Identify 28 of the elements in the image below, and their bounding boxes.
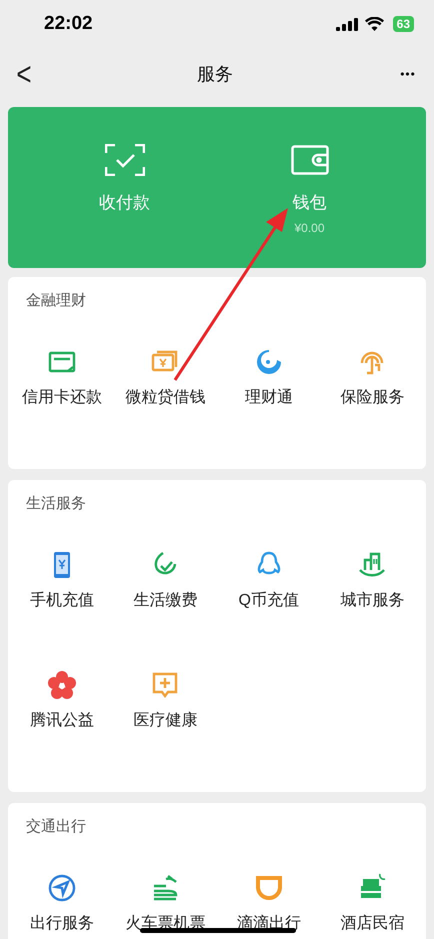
scan-check-icon (104, 144, 144, 176)
service-label[interactable]: 微粒贷借钱 (125, 388, 206, 408)
service-label[interactable]: 腾讯公益 (30, 711, 94, 731)
service-label[interactable]: 保险服务 (340, 388, 404, 408)
wallet-balance: ¥0.00 (294, 220, 325, 236)
more-button[interactable]: ••• (396, 65, 420, 83)
flower-icon (46, 670, 77, 700)
navigation-icon (46, 873, 77, 903)
service-label[interactable]: 手机充值 (30, 591, 94, 611)
service-label[interactable]: 城市服务 (340, 591, 404, 611)
battery-indicator: 63 (392, 16, 414, 32)
service-label[interactable]: 医疗健康 (133, 711, 198, 731)
section-title: 金融理财 (25, 291, 87, 311)
section-title: 交通出行 (25, 817, 87, 837)
back-button[interactable]: < (14, 50, 34, 98)
service-label[interactable]: Q币充值 (238, 591, 299, 611)
wifi-icon (364, 17, 384, 31)
section-title: 生活服务 (25, 494, 87, 514)
status-time: 22:02 (44, 12, 93, 36)
service-label[interactable]: 生活缴费 (133, 591, 198, 611)
signal-icon (336, 18, 358, 30)
wallet-icon (290, 145, 328, 175)
page-title: 服务 (197, 62, 233, 86)
service-label[interactable]: 信用卡还款 (22, 388, 102, 408)
service-label[interactable]: 理财通 (244, 388, 293, 408)
cup-shape-icon (254, 873, 284, 903)
service-label[interactable]: 出行服务 (30, 914, 94, 934)
service-label[interactable]: 酒店民宿 (340, 914, 404, 934)
